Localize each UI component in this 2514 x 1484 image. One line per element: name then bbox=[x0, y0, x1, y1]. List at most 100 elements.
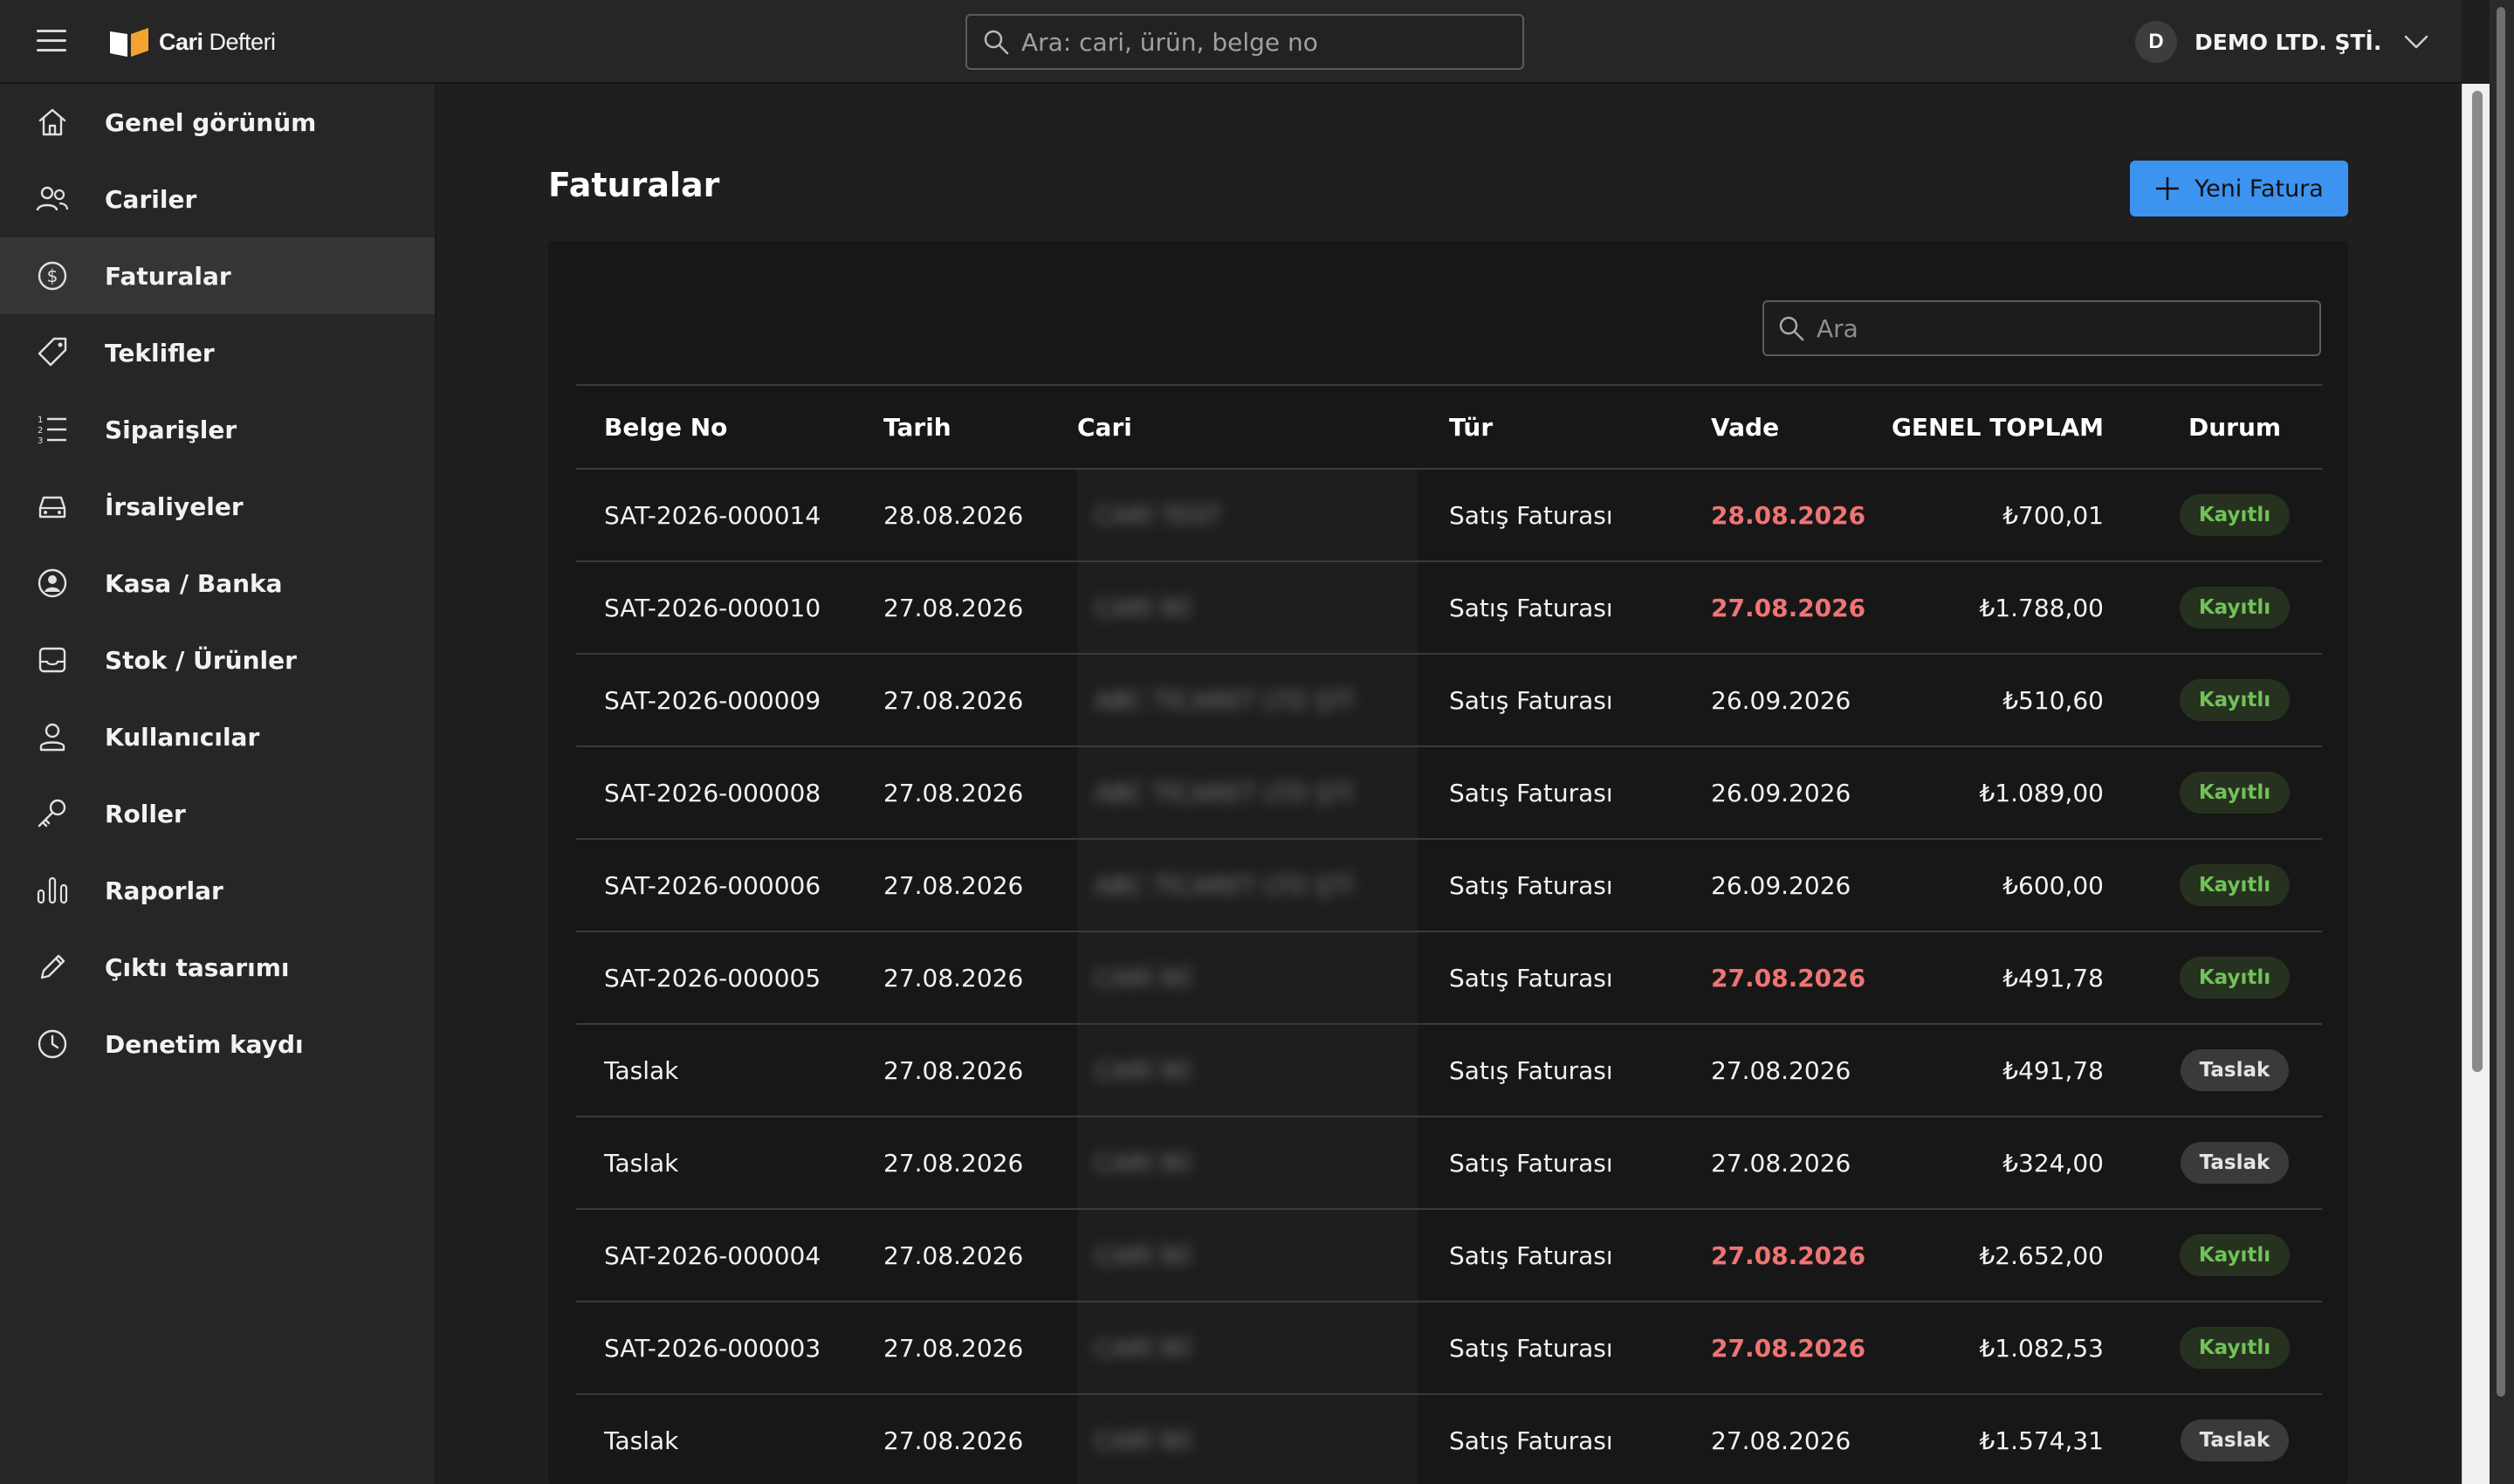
column-header-no[interactable]: Belge No bbox=[604, 386, 727, 468]
table-row[interactable]: SAT-2026-000008 27.08.2026 ABC TİCARET LTD… bbox=[576, 747, 2322, 840]
table-row[interactable]: SAT-2026-000009 27.08.2026 ABC TİCARET LTD… bbox=[576, 655, 2322, 747]
cell-type: Satış Faturası bbox=[1449, 778, 1613, 807]
sidebar-item-invoices[interactable]: $ Faturalar bbox=[0, 237, 435, 314]
cell-status: Kayıtlı bbox=[2143, 932, 2326, 1023]
cell-type: Satış Faturası bbox=[1449, 1055, 1613, 1085]
table-row[interactable]: SAT-2026-000005 27.08.2026 CARİ İKİ Satış F… bbox=[576, 932, 2322, 1025]
table-row[interactable]: Taslak 27.08.2026 CARİ İKİ Satış Faturası 27… bbox=[576, 1395, 2322, 1484]
search-icon bbox=[1779, 316, 1804, 341]
column-header-due[interactable]: Vade bbox=[1711, 386, 1779, 468]
sidebar-item-overview[interactable]: Genel görünüm bbox=[0, 84, 435, 161]
cell-total: ₺700,01 bbox=[2002, 500, 2104, 530]
invoices-card: Belge No Tarih Cari Tür Vade GENEL TOPLA… bbox=[548, 241, 2348, 1484]
ordered-list-icon: 123 bbox=[38, 416, 66, 446]
status-badge: Kayıtlı bbox=[2179, 1327, 2291, 1369]
content-scrollbar-thumb[interactable] bbox=[2472, 91, 2483, 1072]
cell-date: 27.08.2026 bbox=[883, 593, 1024, 622]
cell-total: ₺600,00 bbox=[2002, 870, 2104, 900]
cell-status: Taslak bbox=[2143, 1395, 2326, 1484]
sidebar-item-roles[interactable]: Roller bbox=[0, 775, 435, 852]
cell-due: 26.09.2026 bbox=[1711, 870, 1851, 900]
sidebar-item-audit-log[interactable]: Denetim kaydı bbox=[0, 1006, 435, 1082]
account-name-redacted: ABC TİCARET LTD ŞTİ bbox=[1095, 870, 1353, 900]
cell-account: CARİ İKİ bbox=[1077, 932, 1418, 1023]
window-scrollbar-thumb[interactable] bbox=[2497, 7, 2505, 1397]
sidebar: Genel görünüm Cariler $ Faturalar Teklif… bbox=[0, 84, 436, 1484]
table-row[interactable]: SAT-2026-000010 27.08.2026 CARİ İKİ Satış F… bbox=[576, 562, 2322, 655]
account-menu[interactable]: D DEMO LTD. ŞTİ. bbox=[2135, 21, 2428, 63]
table-row[interactable]: SAT-2026-000006 27.08.2026 ABC TİCARET LTD… bbox=[576, 840, 2322, 932]
svg-text:1: 1 bbox=[38, 416, 43, 425]
table-row[interactable]: SAT-2026-000004 27.08.2026 CARİ İKİ Satış F… bbox=[576, 1210, 2322, 1302]
cell-status: Taslak bbox=[2143, 1117, 2326, 1208]
menu-icon[interactable] bbox=[35, 26, 70, 56]
cell-type: Satış Faturası bbox=[1449, 1426, 1613, 1455]
sidebar-item-users[interactable]: Kullanıcılar bbox=[0, 698, 435, 775]
cell-due: 27.08.2026 bbox=[1711, 1148, 1851, 1178]
cell-no: SAT-2026-000014 bbox=[604, 500, 821, 530]
cell-account: CARİ İKİ bbox=[1077, 1302, 1418, 1393]
column-header-status[interactable]: Durum bbox=[2143, 386, 2326, 468]
table-search[interactable] bbox=[1762, 300, 2321, 356]
sidebar-item-accounts[interactable]: Cariler bbox=[0, 161, 435, 237]
cell-no: SAT-2026-000009 bbox=[604, 685, 821, 715]
status-badge: Kayıtlı bbox=[2179, 957, 2291, 999]
column-header-total[interactable]: GENEL TOPLAM bbox=[1892, 386, 2104, 468]
cell-date: 27.08.2026 bbox=[883, 1148, 1024, 1178]
svg-text:$: $ bbox=[47, 265, 58, 286]
sidebar-item-cash-bank[interactable]: Kasa / Banka bbox=[0, 545, 435, 622]
account-name-redacted: CARİ İKİ bbox=[1095, 1333, 1192, 1363]
cell-account: ABC TİCARET LTD ŞTİ bbox=[1077, 655, 1418, 745]
cell-type: Satış Faturası bbox=[1449, 593, 1613, 622]
user-circle-icon bbox=[38, 568, 67, 598]
table-row[interactable]: SAT-2026-000003 27.08.2026 CARİ İKİ Satış F… bbox=[576, 1302, 2322, 1395]
svg-text:2: 2 bbox=[38, 426, 43, 436]
cell-no: SAT-2026-000003 bbox=[604, 1333, 821, 1363]
app-name: Cari Defteri bbox=[159, 28, 276, 55]
table-row[interactable]: Taslak 27.08.2026 CARİ İKİ Satış Faturası 27… bbox=[576, 1025, 2322, 1117]
cell-type: Satış Faturası bbox=[1449, 1333, 1613, 1363]
account-name-redacted: CARİ TEST bbox=[1095, 500, 1221, 530]
column-header-date[interactable]: Tarih bbox=[883, 386, 951, 468]
sidebar-item-stock[interactable]: Stok / Ürünler bbox=[0, 622, 435, 698]
cell-total: ₺2.652,00 bbox=[1979, 1240, 2104, 1270]
sidebar-item-orders[interactable]: 123 Siparişler bbox=[0, 391, 435, 468]
status-badge: Taslak bbox=[2180, 1142, 2290, 1184]
cell-no: SAT-2026-000010 bbox=[604, 593, 821, 622]
book-logo-icon bbox=[110, 28, 148, 57]
sidebar-item-reports[interactable]: Raporlar bbox=[0, 852, 435, 929]
cell-total: ₺1.574,31 bbox=[1979, 1426, 2104, 1455]
table-row[interactable]: SAT-2026-000014 28.08.2026 CARİ TEST Satış … bbox=[576, 470, 2322, 562]
table-search-input[interactable] bbox=[1817, 313, 2305, 343]
account-name-redacted: ABC TİCARET LTD ŞTİ bbox=[1095, 778, 1353, 807]
cell-total: ₺1.788,00 bbox=[1979, 593, 2104, 622]
cell-total: ₺324,00 bbox=[2002, 1148, 2104, 1178]
cell-due: 27.08.2026 bbox=[1711, 1240, 1866, 1270]
global-search[interactable] bbox=[965, 14, 1524, 70]
column-header-type[interactable]: Tür bbox=[1449, 386, 1493, 468]
new-invoice-button[interactable]: Yeni Fatura bbox=[2130, 161, 2348, 216]
cell-date: 27.08.2026 bbox=[883, 1055, 1024, 1085]
status-badge: Kayıtlı bbox=[2179, 679, 2291, 721]
cell-due: 28.08.2026 bbox=[1711, 500, 1866, 530]
sidebar-item-waybills[interactable]: İrsaliyeler bbox=[0, 468, 435, 545]
clock-icon bbox=[38, 1029, 67, 1059]
cell-status: Kayıtlı bbox=[2143, 840, 2326, 931]
status-badge: Kayıtlı bbox=[2179, 1234, 2291, 1276]
global-search-input[interactable] bbox=[1021, 27, 1510, 57]
column-header-account[interactable]: Cari bbox=[1077, 386, 1418, 468]
status-badge: Kayıtlı bbox=[2179, 587, 2291, 629]
cell-total: ₺510,60 bbox=[2002, 685, 2104, 715]
home-icon bbox=[38, 108, 66, 136]
page-title: Faturalar bbox=[548, 166, 720, 204]
cell-account: CARİ İKİ bbox=[1077, 1117, 1418, 1208]
key-icon bbox=[38, 799, 66, 828]
cell-due: 27.08.2026 bbox=[1711, 1333, 1866, 1363]
table-row[interactable]: Taslak 27.08.2026 CARİ İKİ Satış Faturası 27… bbox=[576, 1117, 2322, 1210]
pencil-icon bbox=[40, 954, 65, 979]
company-name: DEMO LTD. ŞTİ. bbox=[2195, 29, 2382, 55]
sidebar-item-print-design[interactable]: Çıktı tasarımı bbox=[0, 929, 435, 1006]
cell-type: Satış Faturası bbox=[1449, 870, 1613, 900]
sidebar-item-quotes[interactable]: Teklifler bbox=[0, 314, 435, 391]
app-logo[interactable]: Cari Defteri bbox=[108, 24, 276, 59]
